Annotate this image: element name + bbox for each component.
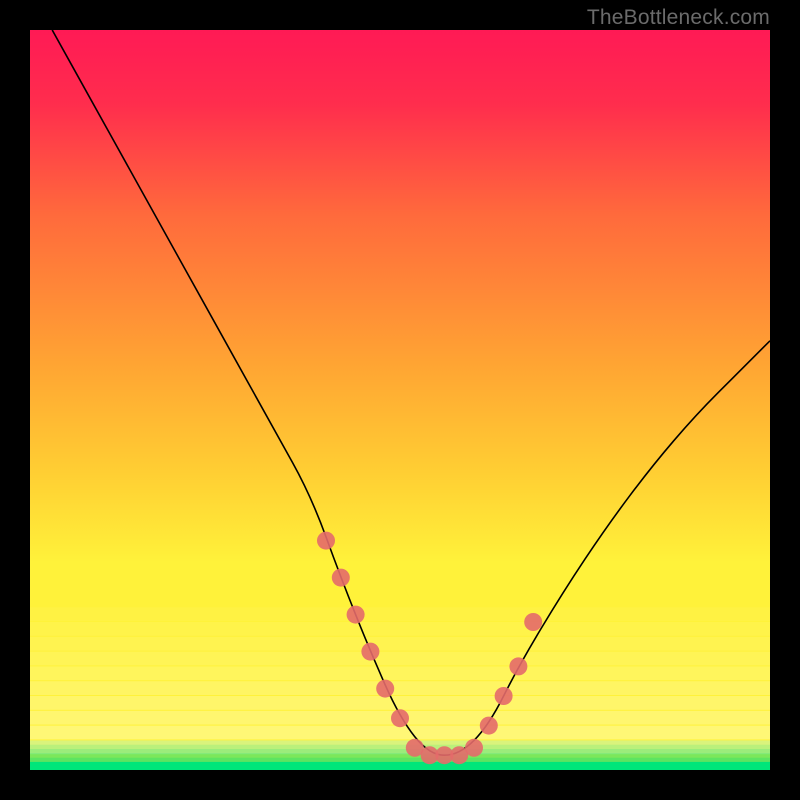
marker-dot (317, 532, 335, 550)
chart-frame: TheBottleneck.com (0, 0, 800, 800)
marker-dot (391, 709, 409, 727)
watermark-text: TheBottleneck.com (587, 6, 770, 30)
marker-dot (495, 687, 513, 705)
marker-dot (465, 739, 483, 757)
chart-svg (30, 30, 770, 770)
green-base-band (30, 740, 770, 770)
plot-area (30, 30, 770, 770)
marker-dot (347, 606, 365, 624)
marker-dot (524, 613, 542, 631)
marker-dot (361, 643, 379, 661)
marker-dot (509, 657, 527, 675)
marker-dot (332, 569, 350, 587)
marker-dot (480, 717, 498, 735)
marker-dot (376, 680, 394, 698)
